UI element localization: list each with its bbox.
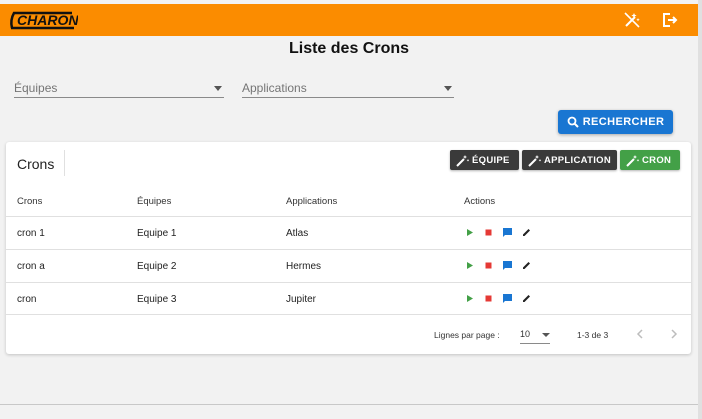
teams-select[interactable]: Équipes — [14, 78, 224, 98]
column-header-applications[interactable]: Applications — [286, 196, 337, 207]
teams-select-placeholder: Équipes — [14, 81, 58, 95]
chevron-down-icon — [444, 86, 452, 91]
column-header-teams[interactable]: Équipes — [137, 196, 171, 207]
stop-icon[interactable] — [483, 227, 494, 238]
add-cron-label: CRON — [642, 154, 672, 166]
cron-application: Atlas — [286, 228, 309, 239]
comment-icon[interactable] — [502, 227, 513, 238]
rows-per-page-value: 10 — [520, 329, 531, 339]
divider — [6, 314, 691, 315]
row-actions — [464, 260, 532, 271]
edit-icon[interactable] — [521, 293, 532, 304]
logout-icon[interactable] — [659, 10, 679, 30]
cron-team: Equipe 1 — [137, 228, 177, 239]
chevron-right-icon — [671, 329, 678, 339]
cron-team: Equipe 2 — [137, 261, 177, 272]
add-cron-button[interactable]: CRON — [620, 150, 680, 170]
column-header-crons[interactable]: Crons — [17, 196, 42, 207]
table-row: cron Equipe 3 Jupiter — [6, 282, 691, 315]
comment-icon[interactable] — [502, 293, 513, 304]
cron-name: cron — [17, 294, 37, 305]
applications-select-placeholder: Applications — [242, 81, 307, 95]
comment-icon[interactable] — [502, 260, 513, 271]
chevron-down-icon — [542, 333, 550, 337]
add-application-label: APPLICATION — [544, 154, 611, 166]
add-application-button[interactable]: APPLICATION — [522, 150, 617, 170]
stop-icon[interactable] — [483, 293, 494, 304]
chevron-down-icon — [214, 86, 222, 91]
play-icon[interactable] — [464, 227, 475, 238]
stop-icon[interactable] — [483, 260, 494, 271]
previous-page-button[interactable] — [633, 326, 647, 342]
column-header-actions: Actions — [464, 196, 496, 207]
play-icon[interactable] — [464, 293, 475, 304]
row-actions — [464, 227, 532, 238]
cron-name: cron a — [17, 261, 45, 272]
svg-text:CHARON: CHARON — [17, 12, 78, 28]
charon-logo[interactable]: CHARON — [8, 8, 78, 32]
edit-icon[interactable] — [521, 260, 532, 271]
play-icon[interactable] — [464, 260, 475, 271]
search-icon — [567, 116, 579, 128]
add-team-button[interactable]: ÉQUIPE — [450, 150, 519, 170]
page-title: Liste des Crons — [288, 40, 410, 57]
edit-icon[interactable] — [521, 227, 532, 238]
crons-card: Crons ÉQUIPE APPLICATION CRON Crons Équi… — [6, 142, 691, 354]
search-button[interactable]: RECHERCHER — [558, 110, 673, 134]
top-app-bar: CHARON — [0, 4, 698, 36]
cron-application: Hermes — [286, 261, 322, 272]
magic-off-icon[interactable] — [622, 10, 642, 30]
magic-wand-icon — [626, 154, 639, 167]
applications-select[interactable]: Applications — [242, 78, 454, 98]
rows-per-page-label: Lignes par page : — [434, 330, 500, 340]
cron-application: Jupiter — [286, 294, 317, 305]
magic-wand-icon — [528, 154, 541, 167]
row-actions — [464, 293, 532, 304]
add-team-label: ÉQUIPE — [472, 154, 510, 166]
cron-team: Equipe 3 — [137, 294, 177, 305]
next-page-button[interactable] — [667, 326, 681, 342]
divider — [64, 150, 65, 176]
table-row: cron 1 Equipe 1 Atlas — [6, 216, 691, 249]
window-edge — [698, 0, 702, 419]
magic-wand-icon — [456, 154, 469, 167]
card-title: Crons — [17, 156, 55, 172]
table-row: cron a Equipe 2 Hermes — [6, 249, 691, 282]
cron-name: cron 1 — [17, 228, 45, 239]
rows-per-page-select[interactable]: 10 — [520, 326, 550, 344]
pagination-range: 1-3 de 3 — [577, 330, 609, 340]
divider — [0, 404, 698, 405]
chevron-left-icon — [636, 329, 643, 339]
search-button-label: RECHERCHER — [582, 116, 665, 128]
